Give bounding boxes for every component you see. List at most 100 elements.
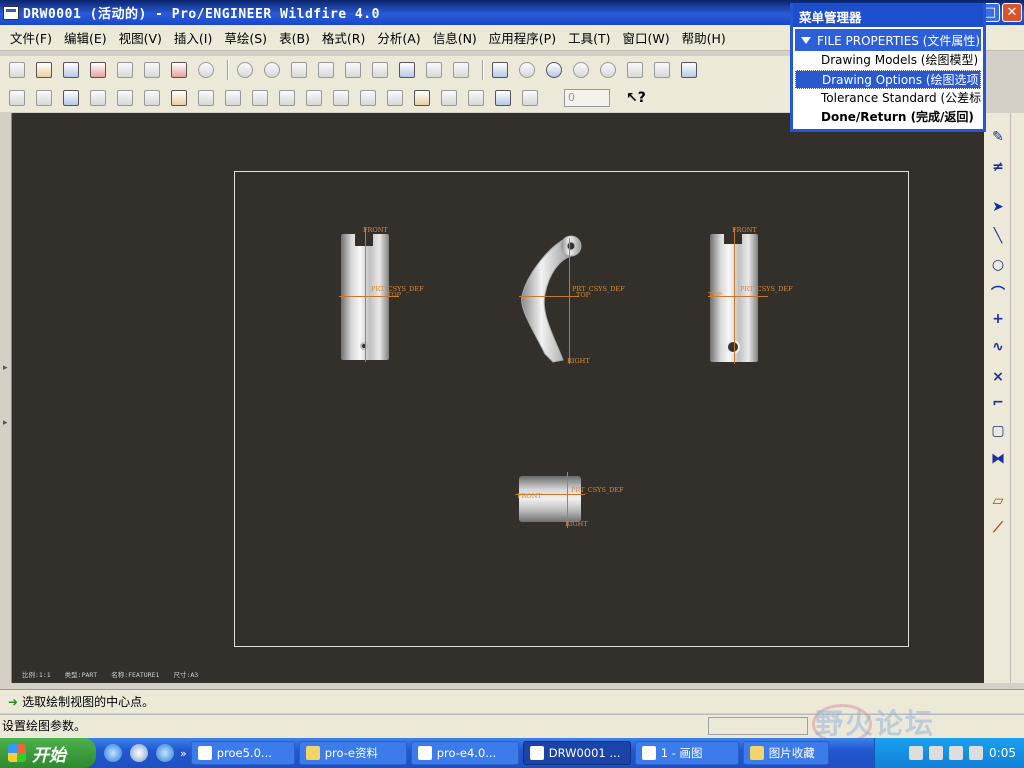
ie-icon[interactable] xyxy=(104,744,122,762)
paste-special-button[interactable] xyxy=(369,59,391,81)
switch-view-button[interactable] xyxy=(60,87,82,109)
menu-window[interactable]: 窗口(W) xyxy=(616,26,675,49)
trim-button[interactable]: × xyxy=(988,367,1008,387)
network-icon[interactable] xyxy=(969,746,984,760)
taskbar-item[interactable]: pro-e资料 xyxy=(298,741,407,765)
taskbar-item[interactable]: pro-e4.0... xyxy=(410,741,519,765)
undo-button[interactable] xyxy=(234,59,256,81)
parallel-button[interactable]: ▱ xyxy=(988,491,1008,511)
point-button[interactable]: + xyxy=(988,309,1008,329)
menu-table[interactable]: 表(B) xyxy=(273,26,316,49)
circle-button[interactable]: ○ xyxy=(988,255,1008,275)
move-view-button[interactable] xyxy=(87,87,109,109)
paste-button[interactable] xyxy=(342,59,364,81)
help-icon[interactable] xyxy=(929,746,944,760)
quicklaunch-icon[interactable] xyxy=(156,744,174,762)
ordinate-dim-button[interactable] xyxy=(249,87,271,109)
volume-icon[interactable] xyxy=(949,746,964,760)
refit-button[interactable] xyxy=(624,59,646,81)
symbol-custom-button[interactable] xyxy=(411,87,433,109)
sketch-chain-button[interactable]: ≠ xyxy=(988,157,1008,177)
new-file-button[interactable] xyxy=(6,59,28,81)
menu-view[interactable]: 视图(V) xyxy=(113,26,168,49)
repeat-region-button[interactable] xyxy=(519,87,541,109)
selection-box-button[interactable] xyxy=(450,59,472,81)
menu-drawing-options[interactable]: Drawing Options (绘图选项) xyxy=(795,70,981,89)
email-button[interactable] xyxy=(141,59,163,81)
menu-analysis[interactable]: 分析(A) xyxy=(371,26,426,49)
right-view[interactable]: FRONT PRT_CSYS_DEF TOP xyxy=(708,226,793,364)
datum-button[interactable] xyxy=(357,87,379,109)
mirror-button[interactable]: ⧓ xyxy=(988,449,1008,469)
right-sash[interactable] xyxy=(1010,113,1024,683)
menu-help[interactable]: 帮助(H) xyxy=(676,26,732,49)
menu-insert[interactable]: 插入(I) xyxy=(168,26,218,49)
lock-view-button[interactable] xyxy=(114,87,136,109)
main-view[interactable]: PRT_CSYS_DEF TOP RIGHT xyxy=(519,234,629,365)
surface-finish-button[interactable] xyxy=(303,87,325,109)
table-button[interactable] xyxy=(141,87,163,109)
menu-tools[interactable]: 工具(T) xyxy=(562,26,616,49)
taskbar-item-active[interactable]: DRW0001 ... xyxy=(522,741,631,765)
balloon-button[interactable] xyxy=(438,87,460,109)
arc-button[interactable]: ⌒ xyxy=(988,283,1008,303)
menu-tolerance-standard[interactable]: Tolerance Standard (公差标准) xyxy=(795,89,981,108)
left-sash[interactable]: ▸ ▸ xyxy=(0,113,12,683)
gtol-button[interactable] xyxy=(330,87,352,109)
delete-button[interactable] xyxy=(6,87,28,109)
menu-edit[interactable]: 编辑(E) xyxy=(58,26,113,49)
send-link-button[interactable] xyxy=(168,59,190,81)
perpendicular-button[interactable]: ⟋ xyxy=(988,518,1008,538)
quicklaunch-more-icon[interactable]: » xyxy=(180,747,187,760)
saved-views-button[interactable] xyxy=(651,59,673,81)
orient-button[interactable] xyxy=(543,59,565,81)
context-help-button[interactable]: ↖? xyxy=(626,90,646,106)
menu-applications[interactable]: 应用程序(P) xyxy=(483,26,562,49)
find-button[interactable] xyxy=(423,59,445,81)
spin-value-field[interactable]: 0 xyxy=(564,89,610,107)
select-button[interactable]: ➤ xyxy=(988,197,1008,217)
dimension-button[interactable] xyxy=(195,87,217,109)
repaint-button[interactable] xyxy=(489,59,511,81)
save-copy-button[interactable] xyxy=(87,59,109,81)
quicklaunch-icon[interactable] xyxy=(130,744,148,762)
file-properties-menu[interactable]: FILE PROPERTIES (文件属性) xyxy=(795,29,981,51)
open-file-button[interactable] xyxy=(33,59,55,81)
print-button[interactable] xyxy=(114,59,136,81)
redo-button[interactable] xyxy=(261,59,283,81)
menu-done-return[interactable]: Done/Return (完成/返回) xyxy=(795,108,981,127)
fillet-button[interactable]: ⌐ xyxy=(988,393,1008,413)
drawing-canvas[interactable]: FRONT PRT_CSYS_DEF TOP PRT_CSYS_DEF TOP … xyxy=(12,113,984,683)
note-button[interactable] xyxy=(276,87,298,109)
keyboard-icon[interactable] xyxy=(909,746,924,760)
cut-button[interactable] xyxy=(288,59,310,81)
zoom-out-button[interactable] xyxy=(597,59,619,81)
taskbar-item[interactable]: proe5.0... xyxy=(190,741,295,765)
update-table-button[interactable] xyxy=(492,87,514,109)
menu-info[interactable]: 信息(N) xyxy=(427,26,483,49)
regenerate-button[interactable] xyxy=(195,59,217,81)
show-annotations-button[interactable] xyxy=(168,87,190,109)
spline-button[interactable]: ∿ xyxy=(988,337,1008,357)
offset-button[interactable]: ▢ xyxy=(988,421,1008,441)
symbol-button[interactable] xyxy=(384,87,406,109)
selection-filter-field[interactable] xyxy=(708,717,808,735)
taskbar-item[interactable]: 1 - 画图 xyxy=(634,741,739,765)
insert-table-button[interactable] xyxy=(465,87,487,109)
copy-button[interactable] xyxy=(315,59,337,81)
menu-format[interactable]: 格式(R) xyxy=(316,26,371,49)
ref-dimension-button[interactable] xyxy=(222,87,244,109)
line-button[interactable]: ╲ xyxy=(988,226,1008,246)
menu-drawing-models[interactable]: Drawing Models (绘图模型) xyxy=(795,51,981,70)
front-view[interactable]: FRONT PRT_CSYS_DEF TOP xyxy=(339,226,424,362)
bottom-view[interactable]: PRT_CSYS_DEF FRONT RIGHT xyxy=(515,472,624,528)
zoom-in-button[interactable] xyxy=(570,59,592,81)
start-button[interactable]: 开始 xyxy=(0,738,96,768)
taskbar-item[interactable]: 图片收藏 xyxy=(742,741,829,765)
save-button[interactable] xyxy=(60,59,82,81)
layers-button[interactable] xyxy=(678,59,700,81)
ordinate-button[interactable] xyxy=(33,87,55,109)
menu-file[interactable]: 文件(F) xyxy=(4,26,58,49)
close-button[interactable]: ✕ xyxy=(1002,3,1022,22)
spin-center-button[interactable] xyxy=(516,59,538,81)
